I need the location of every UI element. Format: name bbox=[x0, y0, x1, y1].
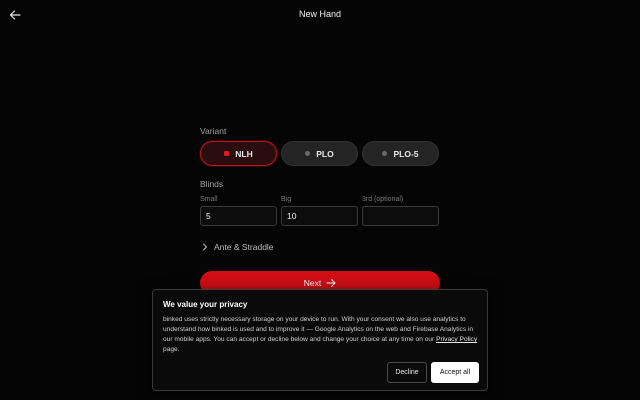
variant-option-label: PLO-5 bbox=[393, 148, 419, 159]
unselected-indicator-icon bbox=[305, 151, 311, 156]
variant-option-label: PLO bbox=[316, 148, 334, 159]
next-button-label: Next bbox=[303, 278, 322, 288]
consent-text-tail: page. bbox=[163, 346, 180, 353]
variant-option-nlh[interactable]: NLH bbox=[200, 141, 277, 166]
unselected-indicator-icon bbox=[382, 151, 388, 156]
blinds-label: Blinds bbox=[200, 179, 224, 189]
third-blind-input[interactable] bbox=[362, 206, 439, 226]
variant-selector: NLH PLO PLO-5 bbox=[200, 141, 440, 166]
accept-all-button[interactable]: Accept all bbox=[431, 362, 479, 383]
ante-straddle-toggle[interactable]: Ante & Straddle bbox=[200, 240, 274, 254]
page-title: New Hand bbox=[298, 9, 342, 19]
variant-option-plo[interactable]: PLO bbox=[281, 141, 358, 166]
selected-indicator-icon bbox=[224, 151, 230, 156]
big-blind-label: Big bbox=[281, 196, 292, 203]
ante-straddle-label: Ante & Straddle bbox=[214, 242, 274, 252]
arrow-right-icon bbox=[326, 279, 336, 287]
decline-button[interactable]: Decline bbox=[387, 362, 427, 383]
privacy-consent-dialog: We value your privacy binked uses strict… bbox=[152, 289, 488, 391]
privacy-policy-link[interactable]: Privacy Policy bbox=[436, 336, 477, 343]
variant-option-plo-5[interactable]: PLO-5 bbox=[362, 141, 439, 166]
third-blind-label: 3rd (optional) bbox=[362, 196, 404, 203]
big-blind-input[interactable] bbox=[281, 206, 358, 226]
consent-text-body: binked uses strictly necessary storage o… bbox=[163, 316, 474, 343]
consent-text: binked uses strictly necessary storage o… bbox=[163, 315, 481, 355]
small-blind-input[interactable] bbox=[200, 206, 277, 226]
small-blind-label: Small bbox=[200, 196, 218, 203]
consent-title: We value your privacy bbox=[163, 300, 248, 309]
variant-option-label: NLH bbox=[235, 148, 253, 159]
variant-label: Variant bbox=[200, 126, 227, 136]
top-bar: New Hand bbox=[0, 0, 640, 28]
chevron-right-icon bbox=[203, 243, 207, 251]
